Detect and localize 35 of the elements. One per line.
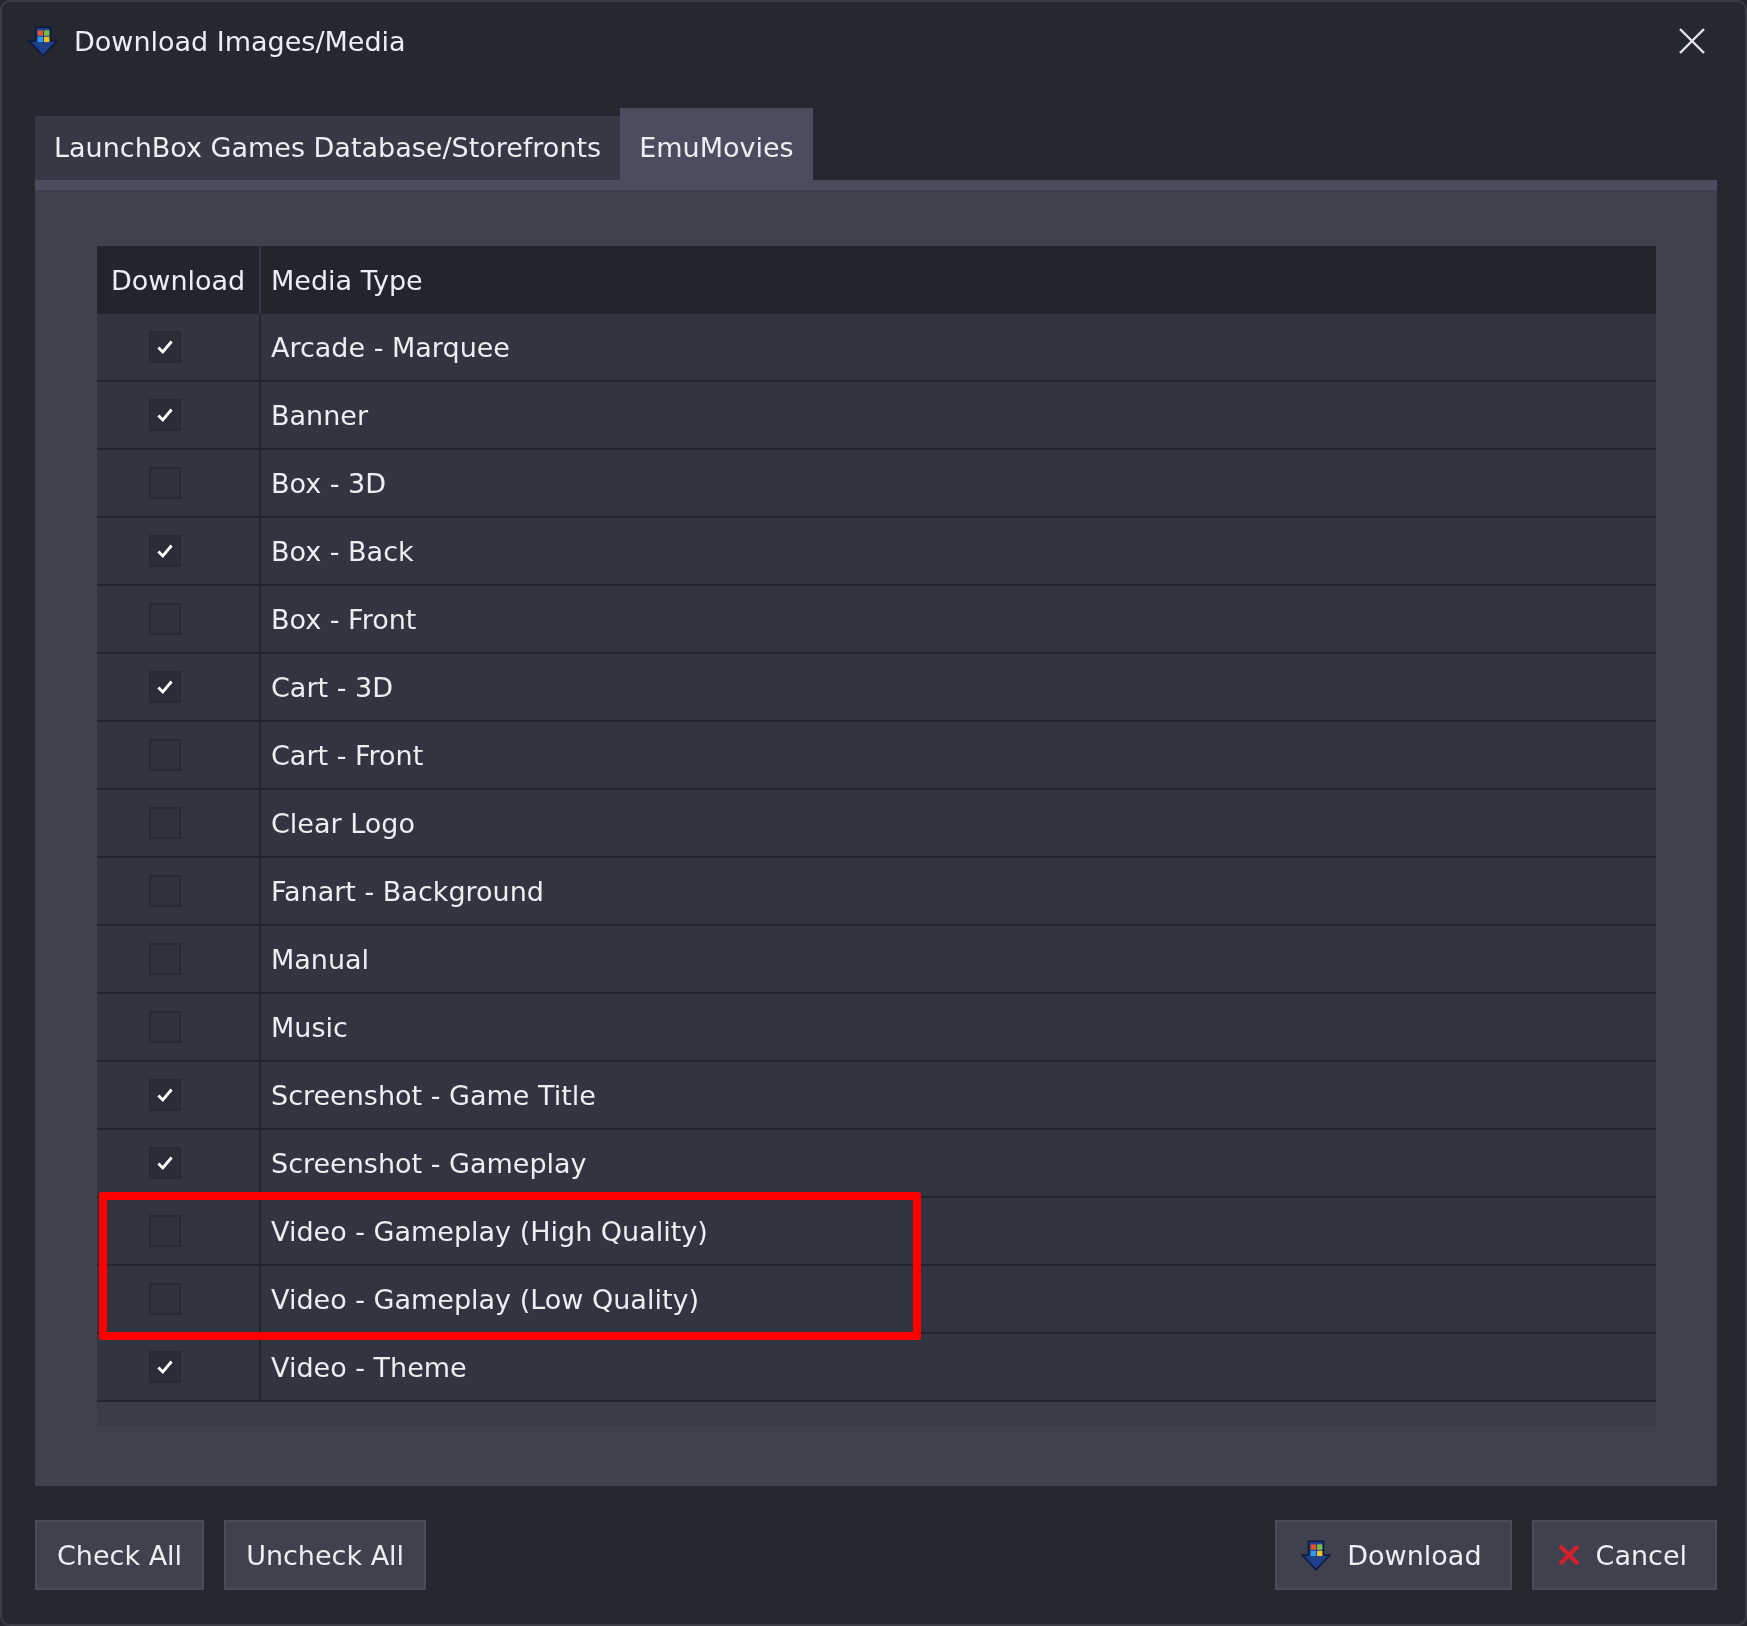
media-type-text: Screenshot - Gameplay <box>271 1147 587 1179</box>
tab[interactable]: EmuMovies <box>620 108 813 180</box>
column-header[interactable]: Download <box>97 246 261 314</box>
download-arrow-icon <box>1299 1538 1334 1572</box>
media-type-text: Box - Front <box>271 603 417 635</box>
window-title: Download Images/Media <box>74 25 407 57</box>
checkbox[interactable] <box>149 1079 181 1111</box>
column-header[interactable]: Media Type <box>261 246 1656 314</box>
checkbox[interactable] <box>149 331 181 363</box>
uncheck-all-button[interactable]: Uncheck All <box>224 1520 427 1590</box>
media-type-text: Fanart - Background <box>271 875 544 907</box>
download-arrow-icon <box>26 24 60 58</box>
tab[interactable]: LaunchBox Games Database/Storefronts <box>35 116 621 180</box>
media-type-text: Clear Logo <box>271 807 415 839</box>
media-type-text: Cart - Front <box>271 739 424 771</box>
media-type-text: Video - Theme <box>271 1351 467 1383</box>
close-icon[interactable] <box>1677 26 1707 56</box>
checkbox[interactable] <box>149 399 181 431</box>
media-type-text: Box - 3D <box>271 467 387 499</box>
cancel-button[interactable]: Cancel <box>1531 1520 1717 1590</box>
media-type-text: Video - Gameplay (High Quality) <box>271 1215 708 1247</box>
media-type-text: Cart - 3D <box>271 671 393 703</box>
media-type-text: Video - Gameplay (Low Quality) <box>271 1283 699 1315</box>
media-type-text: Music <box>271 1011 348 1043</box>
media-type-text: Manual <box>271 943 370 975</box>
checkbox[interactable] <box>149 1147 181 1179</box>
check-all-button[interactable]: Check All <box>35 1520 205 1590</box>
checkbox[interactable] <box>149 535 181 567</box>
media-type-text: Screenshot - Game Title <box>271 1079 596 1111</box>
checkbox[interactable] <box>149 671 181 703</box>
media-type-text: Box - Back <box>271 535 414 567</box>
checkbox[interactable] <box>149 1351 181 1383</box>
download-button[interactable]: Download <box>1275 1520 1512 1590</box>
media-type-text: Banner <box>271 399 368 431</box>
media-type-text: Arcade - Marquee <box>271 331 510 363</box>
